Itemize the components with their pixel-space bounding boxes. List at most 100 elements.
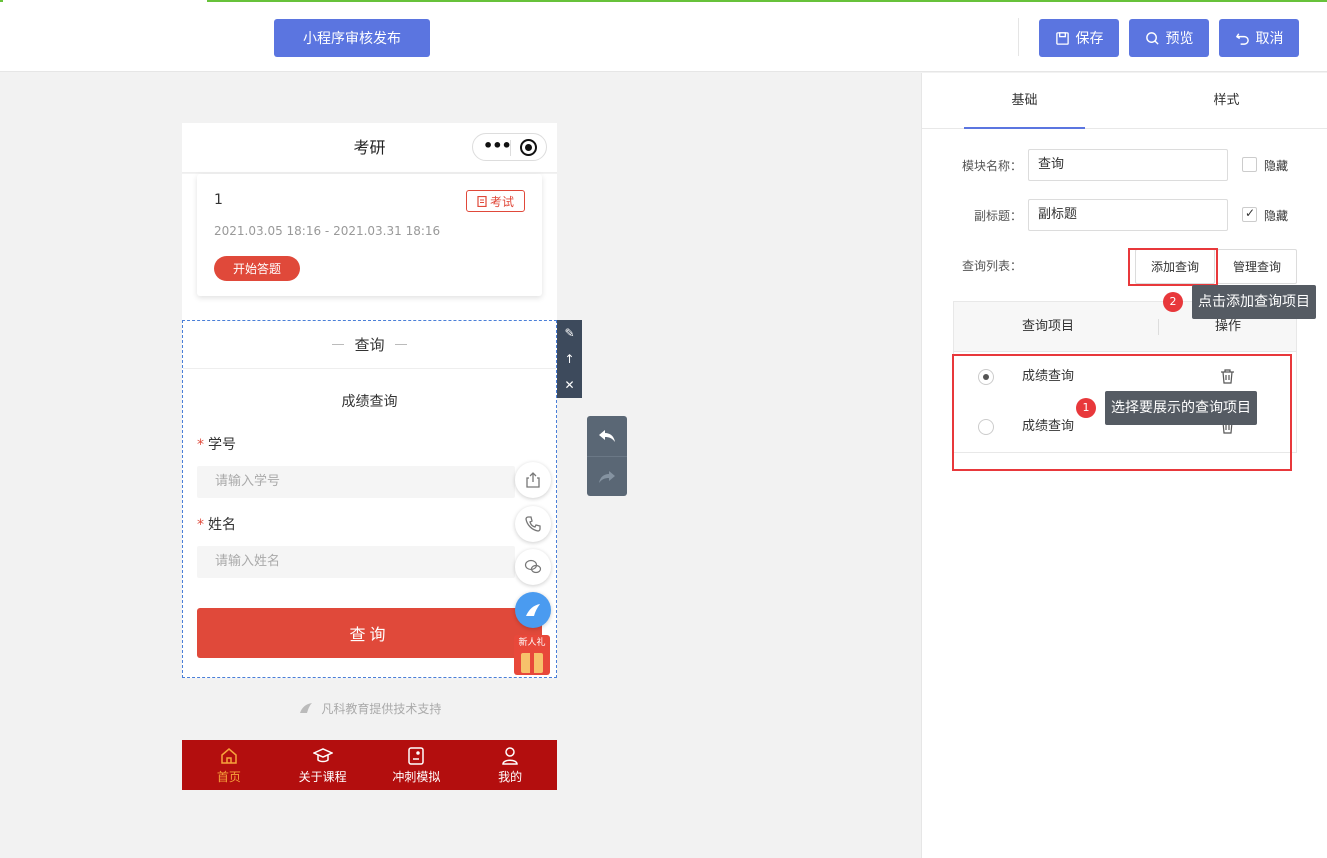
- wechat-float-button[interactable]: [515, 549, 551, 585]
- tab-about-course-label: 关于课程: [298, 769, 347, 784]
- brand-logo-icon: [526, 604, 540, 616]
- redo-button[interactable]: [587, 457, 627, 497]
- exam-date-range: 2021.03.05 18:16 - 2021.03.31 18:16: [214, 224, 441, 238]
- progress-bar: [207, 0, 1327, 2]
- move-up-icon[interactable]: ↑: [557, 346, 582, 372]
- phone-icon: [525, 516, 541, 532]
- preview-button[interactable]: 预览: [1129, 19, 1209, 57]
- cancel-label: 取消: [1255, 31, 1284, 47]
- student-id-label: * 学号: [197, 434, 236, 454]
- brand-float-button[interactable]: [515, 592, 551, 628]
- undo-icon: [1235, 32, 1249, 45]
- step-1-tooltip: 选择要展示的查询项目: [1105, 391, 1257, 425]
- gift-label: 新人礼: [518, 638, 546, 648]
- phone-float-button[interactable]: [515, 506, 551, 542]
- save-button[interactable]: 保存: [1039, 19, 1119, 57]
- save-label: 保存: [1075, 31, 1104, 47]
- module-edit-tools: ✎ ↑ ✕: [557, 320, 582, 398]
- tab-sprint-mock-label: 冲刺模拟: [392, 769, 441, 784]
- subtitle-input[interactable]: 副标题: [1028, 199, 1228, 231]
- phone-preview: 考研 ••• 1 考试 2021.03.05 18:16 - 2021.03.3…: [182, 123, 557, 790]
- query-form-title: 成绩查询: [341, 394, 398, 410]
- required-star: *: [197, 517, 204, 533]
- query-submit-button[interactable]: 查询: [197, 608, 542, 658]
- brand-logo-icon: [299, 703, 312, 713]
- tab-basic[interactable]: 基础: [964, 73, 1085, 129]
- exam-card[interactable]: 1 考试 2021.03.05 18:16 - 2021.03.31 18:16…: [197, 174, 542, 296]
- step-1-badge: 1: [1076, 398, 1096, 418]
- support-footer: 凡科教育提供技术支持: [182, 700, 557, 717]
- toolbar-divider: [1018, 18, 1019, 56]
- tab-mine[interactable]: 我的: [463, 740, 557, 790]
- query-module-title: 查询: [354, 336, 385, 354]
- undo-button[interactable]: [587, 416, 627, 456]
- tab-style[interactable]: 样式: [1166, 73, 1287, 129]
- name-label-text: 姓名: [208, 517, 236, 533]
- tab-home-label: 首页: [216, 769, 241, 784]
- exam-number: 1: [214, 192, 223, 208]
- cancel-button[interactable]: 取消: [1219, 19, 1299, 57]
- settings-panel: 基础 样式 模块名称： 查询 隐藏 副标题： 副标题 隐藏 查询列表： 添加查询…: [921, 73, 1327, 858]
- bottom-tabbar: 首页 关于课程 冲刺模拟 我的: [182, 740, 557, 790]
- graduation-cap-icon: [312, 747, 333, 762]
- top-toolbar: 小程序审核发布 保存 预览 取消: [0, 0, 1327, 72]
- manage-query-button[interactable]: 管理查询: [1217, 249, 1297, 284]
- module-name-label: 模块名称：: [962, 159, 1023, 173]
- tab-sprint-mock[interactable]: 冲刺模拟: [370, 740, 464, 790]
- step-2-tooltip: 点击添加查询项目: [1192, 285, 1316, 319]
- close-target-icon[interactable]: [520, 139, 537, 156]
- publish-button[interactable]: 小程序审核发布: [274, 19, 430, 57]
- delete-icon[interactable]: ✕: [557, 372, 582, 398]
- header-divider: [1158, 319, 1159, 335]
- preview-label: 预览: [1165, 31, 1194, 47]
- header-dash-right: [394, 344, 407, 345]
- tab-home[interactable]: 首页: [182, 740, 276, 790]
- col-query-item: 查询项目: [1022, 319, 1075, 334]
- phone-navbar: 考研 •••: [182, 123, 557, 173]
- student-id-input[interactable]: 请输入学号: [197, 466, 515, 498]
- gift-box-icon: [521, 653, 543, 673]
- exam-tag-label: 考试: [489, 194, 514, 209]
- undo-arrow-icon: [599, 430, 615, 442]
- hide-subtitle-checkbox[interactable]: [1242, 206, 1257, 222]
- query-module[interactable]: 查询 成绩查询 * 学号 请输入学号 * 姓名 请输入姓名 查询: [182, 320, 557, 678]
- mini-program-capsule[interactable]: •••: [472, 133, 547, 161]
- name-input[interactable]: 请输入姓名: [197, 546, 515, 578]
- exam-tag: 考试: [466, 190, 525, 212]
- module-name-input[interactable]: 查询: [1028, 149, 1228, 181]
- wechat-icon: [524, 559, 542, 574]
- header-dash-left: [332, 344, 345, 345]
- add-query-highlight: [1128, 248, 1218, 286]
- search-icon: [1145, 31, 1159, 45]
- hide-module-checkbox[interactable]: [1242, 157, 1257, 172]
- start-answer-button[interactable]: 开始答题: [214, 256, 300, 281]
- edit-icon[interactable]: ✎: [557, 320, 582, 346]
- document-icon: [477, 195, 487, 207]
- settings-tabs: 基础 样式: [922, 73, 1327, 129]
- quiz-icon: [408, 746, 425, 765]
- share-icon: [526, 472, 540, 488]
- hide-module-label: 隐藏: [1264, 159, 1289, 173]
- redo-arrow-icon: [599, 471, 615, 483]
- exam-section: 1 考试 2021.03.05 18:16 - 2021.03.31 18:16…: [182, 174, 557, 320]
- history-panel: [587, 416, 627, 496]
- name-label: * 姓名: [197, 514, 236, 534]
- tab-mine-label: 我的: [498, 769, 523, 784]
- capsule-divider: [510, 140, 511, 156]
- support-text: 凡科教育提供技术支持: [321, 702, 442, 716]
- more-icon[interactable]: •••: [483, 136, 512, 155]
- home-icon: [221, 747, 237, 764]
- required-star: *: [197, 437, 204, 453]
- student-id-label-text: 学号: [208, 437, 236, 453]
- share-float-button[interactable]: [515, 462, 551, 498]
- save-icon: [1055, 31, 1069, 45]
- tab-about-course[interactable]: 关于课程: [276, 740, 370, 790]
- user-icon: [502, 746, 518, 765]
- step-2-badge: 2: [1163, 292, 1183, 312]
- subtitle-label: 副标题：: [974, 209, 1023, 223]
- hide-subtitle-label: 隐藏: [1264, 209, 1289, 223]
- query-list-label: 查询列表：: [962, 259, 1023, 273]
- query-module-header: 查询: [183, 321, 556, 369]
- progress-bar-left: [0, 0, 3, 2]
- new-user-gift[interactable]: 新人礼: [514, 635, 550, 675]
